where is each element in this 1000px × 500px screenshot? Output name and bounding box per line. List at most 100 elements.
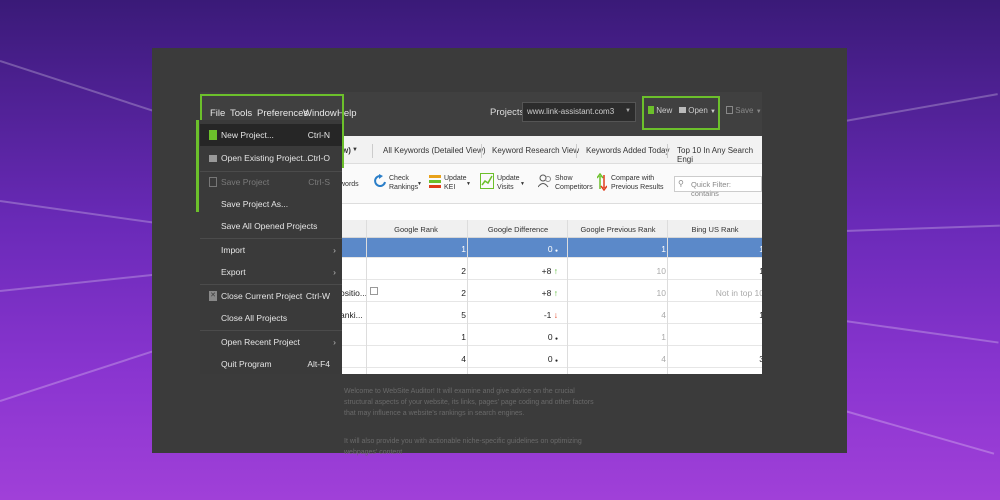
menu-close-current-label: Close Current Project xyxy=(221,291,303,301)
compare-arrows-icon xyxy=(596,172,611,192)
menu-save-project-label: Save Project xyxy=(221,177,270,187)
menu-close-all-label: Close All Projects xyxy=(221,313,288,323)
chevron-down-icon: ▼ xyxy=(466,181,471,187)
kei-bars-icon xyxy=(429,174,443,192)
save-icon xyxy=(209,177,217,187)
cell-bing-us-rank: 1 xyxy=(759,244,762,254)
bg-ray xyxy=(844,320,999,344)
bg-ray xyxy=(0,200,159,225)
menu-save-project[interactable]: Save Project Ctrl-S xyxy=(200,171,342,193)
menu-new-project-label: New Project... xyxy=(221,130,274,140)
show-competitors-button[interactable]: Show Competitors xyxy=(555,174,593,192)
menu-import-label: Import xyxy=(221,245,246,255)
update-visits-line2: Visits xyxy=(497,184,514,191)
check-rankings-line1: Check xyxy=(389,175,409,182)
new-file-icon xyxy=(209,130,217,140)
cell-google-prev-rank: 4 xyxy=(661,354,666,364)
table-row[interactable]: 4 0 ● 4 3 xyxy=(340,348,762,368)
table-row[interactable]: anki... 5 -1 ↓ 4 1 xyxy=(340,304,762,324)
tab-keyword-research[interactable]: Keyword Research View xyxy=(492,146,579,155)
menu-open-existing-label: Open Existing Project... xyxy=(221,153,310,163)
cell-keyword: ositio... xyxy=(340,288,367,298)
folder-icon xyxy=(209,155,217,162)
visits-chart-icon xyxy=(480,173,494,191)
cell-diff-value: -1 xyxy=(543,310,552,320)
cell-keyword: anki... xyxy=(340,310,363,320)
competitors-icon xyxy=(537,173,552,191)
quick-filter-placeholder: Quick Filter: contains xyxy=(691,180,732,198)
menu-save-project-as[interactable]: Save Project As... xyxy=(200,193,342,215)
cell-diff-value: +8 xyxy=(541,288,552,298)
search-icon: ⚲ xyxy=(678,179,684,188)
menu-close-current-shortcut: Ctrl-W xyxy=(305,291,330,301)
refresh-icon xyxy=(373,174,387,192)
cell-google-difference: 0 ● xyxy=(468,244,558,254)
cell-google-prev-rank: 1 xyxy=(661,244,666,254)
cell-google-difference: 0 ● xyxy=(468,332,558,342)
menu-import[interactable]: Import › xyxy=(200,239,342,261)
bg-ray xyxy=(844,224,1000,232)
show-competitors-line2: Competitors xyxy=(555,184,593,191)
table-row[interactable]: 10 ● 1 xyxy=(340,326,762,346)
cell-diff-value: 0 xyxy=(547,332,553,342)
menu-new-project[interactable]: New Project... Ctrl-N xyxy=(200,124,342,146)
dot-icon: ● xyxy=(554,358,558,364)
cell-google-rank: 5 xyxy=(461,310,466,320)
welcome-paragraph: Welcome to WebSite Auditor! It will exam… xyxy=(344,388,594,417)
menu-close-all[interactable]: Close All Projects xyxy=(200,307,342,329)
compare-button[interactable]: Compare with Previous Results xyxy=(611,174,664,192)
cell-google-rank: 4 xyxy=(461,354,466,364)
menu-open-recent[interactable]: Open Recent Project › xyxy=(200,331,342,353)
bg-ray xyxy=(844,93,998,122)
chevron-down-icon: ▼ xyxy=(352,147,358,153)
save-button[interactable]: Save ▼ xyxy=(726,106,762,115)
update-visits-button[interactable]: Update Visits xyxy=(497,174,520,192)
tab-separator xyxy=(372,144,373,158)
table-row[interactable]: 10 ● 1 1 xyxy=(340,238,762,258)
cell-google-rank: 1 xyxy=(461,244,466,254)
cell-diff-value: +8 xyxy=(541,266,552,276)
menu-open-existing-project[interactable]: Open Existing Project... Ctrl-O xyxy=(200,147,342,169)
menu-quit[interactable]: Quit Program Alt-F4 xyxy=(200,353,342,375)
menu-quit-label: Quit Program xyxy=(221,359,272,369)
menu-export-label: Export xyxy=(221,267,246,277)
update-kei-button[interactable]: Update KEI xyxy=(444,174,467,192)
menu-export[interactable]: Export › xyxy=(200,261,342,283)
menu-open-existing-shortcut: Ctrl-O xyxy=(307,153,330,163)
compare-line2: Previous Results xyxy=(611,184,664,191)
tab-separator xyxy=(576,144,577,158)
bg-ray xyxy=(0,273,160,292)
bg-ray xyxy=(844,410,995,455)
col-divider xyxy=(567,220,568,374)
bg-ray xyxy=(0,60,162,115)
menu-save-all[interactable]: Save All Opened Projects xyxy=(200,215,342,237)
cell-google-prev-rank: 10 xyxy=(656,266,666,276)
dot-icon: ● xyxy=(554,336,558,342)
cell-bing-us-rank: 3 xyxy=(759,354,762,364)
menu-quit-shortcut: Alt-F4 xyxy=(307,359,330,369)
col-google-rank[interactable]: Google Rank xyxy=(366,225,466,234)
chevron-right-icon: › xyxy=(333,245,336,255)
col-google-difference[interactable]: Google Difference xyxy=(468,225,568,234)
quick-filter-input[interactable]: ⚲ Quick Filter: contains xyxy=(674,176,762,198)
table-row[interactable]: 2 +8 ↑ 10 1 xyxy=(340,260,762,280)
tab-separator xyxy=(667,144,668,158)
compare-line1: Compare with xyxy=(611,175,655,182)
cell-bing-us-rank: Not in top 10 xyxy=(715,288,762,298)
save-icon xyxy=(726,106,733,114)
tab-added-today[interactable]: Keywords Added Today xyxy=(586,146,669,155)
cell-diff-value: 0 xyxy=(547,354,553,364)
menu-close-current[interactable]: ✕ Close Current Project Ctrl-W xyxy=(200,285,342,307)
cell-diff-value: 0 xyxy=(547,244,553,254)
tab-top10[interactable]: Top 10 In Any Search Engi xyxy=(677,146,762,164)
col-bing-us-rank[interactable]: Bing US Rank xyxy=(668,225,762,234)
menu-open-recent-label: Open Recent Project xyxy=(221,337,300,347)
tab-all-keywords[interactable]: All Keywords (Detailed View) xyxy=(383,146,486,155)
bg-ray xyxy=(0,350,153,402)
menu-new-project-shortcut: Ctrl-N xyxy=(307,130,330,140)
table-row[interactable]: ositio... 2 +8 ↑ 10 Not in top 10 xyxy=(340,282,762,302)
menu-accent-bar xyxy=(196,120,199,212)
projects-select[interactable]: www.link-assistant.com3 ▼ xyxy=(522,102,636,122)
check-rankings-button[interactable]: Check Rankings xyxy=(389,174,418,192)
col-google-previous-rank[interactable]: Google Previous Rank xyxy=(568,225,668,234)
